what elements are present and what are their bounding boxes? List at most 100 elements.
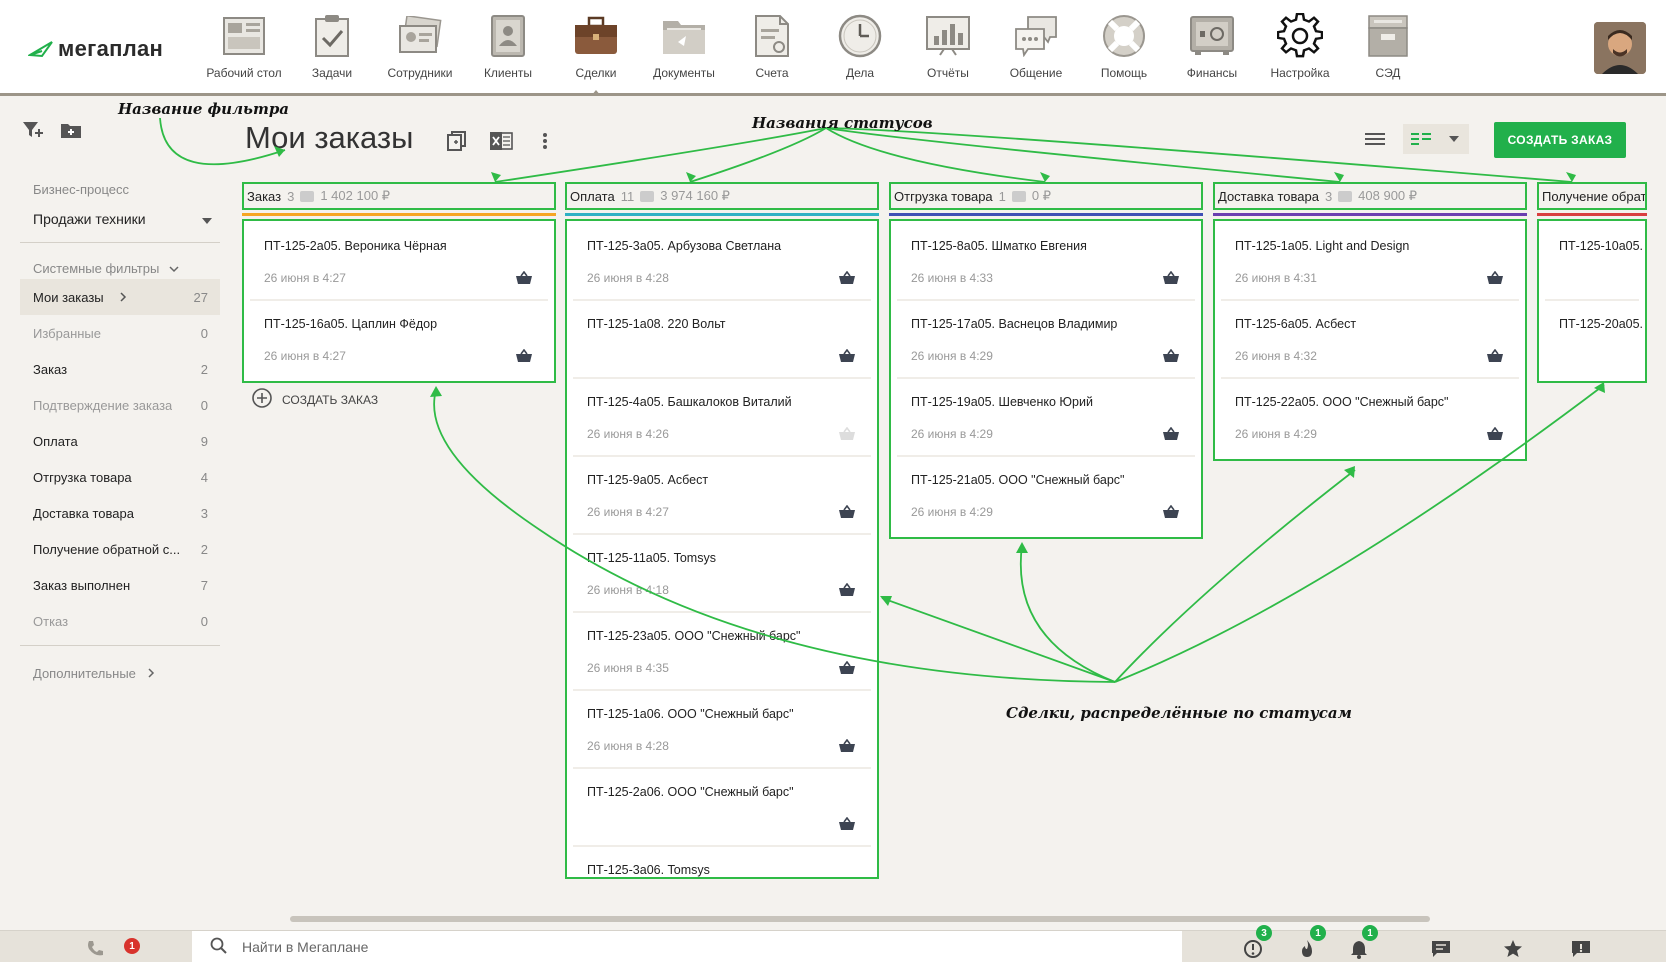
- nav-item-documents[interactable]: Документы: [640, 12, 728, 80]
- nav-item-clock[interactable]: Дела: [816, 12, 904, 80]
- copy-icon[interactable]: [444, 128, 470, 154]
- additional-filters-toggle[interactable]: Дополнительные: [20, 646, 220, 681]
- filter-item[interactable]: Заказ выполнен 7: [20, 567, 220, 603]
- filter-item[interactable]: Отгрузка товара 4: [20, 459, 220, 495]
- basket-icon[interactable]: [839, 816, 855, 836]
- feedback-icon[interactable]: [1570, 938, 1592, 960]
- basket-icon[interactable]: [1487, 270, 1503, 290]
- phone-icon[interactable]: [84, 938, 106, 960]
- basket-icon[interactable]: [839, 426, 855, 446]
- filter-item[interactable]: Подтверждение заказа 0: [20, 387, 220, 423]
- nav-label: Финансы: [1186, 66, 1238, 80]
- bell-icon[interactable]: [1348, 938, 1370, 960]
- folder-add-icon[interactable]: [60, 121, 82, 144]
- deal-card[interactable]: ПТ-125-2а06. ООО "Снежный барс": [573, 769, 871, 847]
- basket-icon[interactable]: [839, 738, 855, 758]
- filter-count: 0: [200, 397, 208, 413]
- filter-item[interactable]: Мои заказы 27: [20, 279, 220, 315]
- nav-item-safe[interactable]: Финансы: [1168, 12, 1256, 80]
- caret-down-icon[interactable]: [1439, 124, 1469, 154]
- basket-icon[interactable]: [839, 660, 855, 680]
- deal-date: 26 июня в 4:29: [911, 349, 993, 363]
- deal-card[interactable]: ПТ-125-1а08. 220 Вольт: [573, 301, 871, 379]
- basket-icon[interactable]: [839, 270, 855, 290]
- filter-item[interactable]: Получение обратной с... 2: [20, 531, 220, 567]
- deal-card[interactable]: ПТ-125-21а05. ООО "Снежный барс" 26 июня …: [897, 457, 1195, 535]
- basket-icon[interactable]: [839, 504, 855, 524]
- nav-item-clients[interactable]: Клиенты: [464, 12, 552, 80]
- filter-item[interactable]: Доставка товара 3: [20, 495, 220, 531]
- filter-item[interactable]: Отказ 0: [20, 603, 220, 639]
- basket-icon[interactable]: [839, 582, 855, 602]
- system-filters-toggle[interactable]: Системные фильтры: [20, 243, 220, 279]
- nav-item-tasks[interactable]: Задачи: [288, 12, 376, 80]
- deal-card[interactable]: ПТ-125-3а06. Tomsys: [573, 847, 871, 877]
- deal-card[interactable]: ПТ-125-2а05. Вероника Чёрная 26 июня в 4:…: [250, 223, 548, 301]
- chat-icon[interactable]: [1430, 938, 1452, 960]
- nav-label: Задачи: [311, 66, 353, 80]
- nav-item-help[interactable]: Помощь: [1080, 12, 1168, 80]
- deal-card[interactable]: ПТ-125-1а05. Light and Design 26 июня в 4…: [1221, 223, 1519, 301]
- chat-icon: [1012, 12, 1060, 60]
- status-sum: 3 974 160 ₽: [660, 188, 730, 203]
- deal-card[interactable]: ПТ-125-22а05. ООО "Снежный барс" 26 июня …: [1221, 379, 1519, 457]
- deal-card[interactable]: ПТ-125-23а05. ООО "Снежный барс" 26 июня …: [573, 613, 871, 691]
- nav-item-deals[interactable]: Сделки: [552, 12, 640, 96]
- more-vert-icon[interactable]: [532, 128, 558, 154]
- create-order-button[interactable]: СОЗДАТЬ ЗАКАЗ: [1494, 122, 1626, 158]
- nav-item-chat[interactable]: Общение: [992, 12, 1080, 80]
- basket-icon[interactable]: [516, 270, 532, 290]
- deal-card[interactable]: ПТ-125-8а05. Шматко Евгения 26 июня в 4:3…: [897, 223, 1195, 301]
- deal-card[interactable]: ПТ-125-20а05.: [1545, 301, 1643, 379]
- deal-card[interactable]: ПТ-125-10а05.: [1545, 223, 1643, 301]
- plus-circle-icon: [252, 388, 272, 411]
- deal-card[interactable]: ПТ-125-9а05. Асбест 26 июня в 4:27: [573, 457, 871, 535]
- basket-icon[interactable]: [1163, 270, 1179, 290]
- nav-item-employees[interactable]: Сотрудники: [376, 12, 464, 80]
- horizontal-scrollbar[interactable]: [290, 916, 1430, 922]
- add-order-button[interactable]: СОЗДАТЬ ЗАКАЗ: [252, 388, 378, 411]
- excel-export-icon[interactable]: [488, 128, 514, 154]
- basket-icon[interactable]: [1163, 426, 1179, 446]
- filter-item[interactable]: Заказ 2: [20, 351, 220, 387]
- nav-item-invoices[interactable]: Счета: [728, 12, 816, 80]
- filter-add-icon[interactable]: [22, 120, 44, 145]
- filter-item[interactable]: Оплата 9: [20, 423, 220, 459]
- basket-icon[interactable]: [1163, 348, 1179, 368]
- nav-item-desktop[interactable]: Рабочий стол: [200, 12, 288, 80]
- status-header[interactable]: Доставка товара 3 408 900 ₽: [1213, 182, 1527, 210]
- deal-card[interactable]: ПТ-125-19а05. Шевченко Юрий 26 июня в 4:2…: [897, 379, 1195, 457]
- star-icon[interactable]: [1502, 938, 1524, 960]
- deal-date: 26 июня в 4:26: [587, 427, 669, 441]
- global-search[interactable]: Найти в Мегаплане: [192, 931, 1182, 962]
- kanban-view-icon[interactable]: [1403, 124, 1439, 154]
- list-view-icon[interactable]: [1357, 124, 1393, 154]
- basket-icon[interactable]: [1487, 348, 1503, 368]
- status-header[interactable]: Получение обратной связи: [1537, 182, 1647, 210]
- filter-item[interactable]: Избранные 0: [20, 315, 220, 351]
- deal-card[interactable]: ПТ-125-3а05. Арбузова Светлана 26 июня в …: [573, 223, 871, 301]
- deal-card[interactable]: ПТ-125-4а05. Башкалоков Виталий 26 июня в…: [573, 379, 871, 457]
- basket-icon[interactable]: [1163, 504, 1179, 524]
- basket-icon[interactable]: [1487, 426, 1503, 446]
- deal-date: 26 июня в 4:33: [911, 271, 993, 285]
- alert-clock-icon[interactable]: [1242, 938, 1264, 960]
- avatar[interactable]: [1594, 22, 1646, 74]
- deal-title: ПТ-125-17а05. Васнецов Владимир: [911, 317, 1118, 331]
- status-header[interactable]: Отгрузка товара 1 0 ₽: [889, 182, 1203, 210]
- business-process-select[interactable]: Продажи техники: [20, 197, 220, 227]
- deal-card[interactable]: ПТ-125-16а05. Цаплин Фёдор 26 июня в 4:27: [250, 301, 548, 379]
- nav-item-gear[interactable]: Настройка: [1256, 12, 1344, 80]
- basket-icon[interactable]: [516, 348, 532, 368]
- fire-icon[interactable]: [1296, 938, 1318, 960]
- status-header[interactable]: Оплата 11 3 974 160 ₽: [565, 182, 879, 210]
- nav-item-archive[interactable]: СЭД: [1344, 12, 1432, 80]
- deal-card[interactable]: ПТ-125-11а05. Tomsys 26 июня в 4:18: [573, 535, 871, 613]
- status-header[interactable]: Заказ 3 1 402 100 ₽: [242, 182, 556, 210]
- nav-item-reports[interactable]: Отчёты: [904, 12, 992, 80]
- logo[interactable]: мегаплан: [28, 36, 163, 62]
- deal-card[interactable]: ПТ-125-17а05. Васнецов Владимир 26 июня в…: [897, 301, 1195, 379]
- deal-card[interactable]: ПТ-125-6а05. Асбест 26 июня в 4:32: [1221, 301, 1519, 379]
- deal-card[interactable]: ПТ-125-1а06. ООО "Снежный барс" 26 июня в…: [573, 691, 871, 769]
- basket-icon[interactable]: [839, 348, 855, 368]
